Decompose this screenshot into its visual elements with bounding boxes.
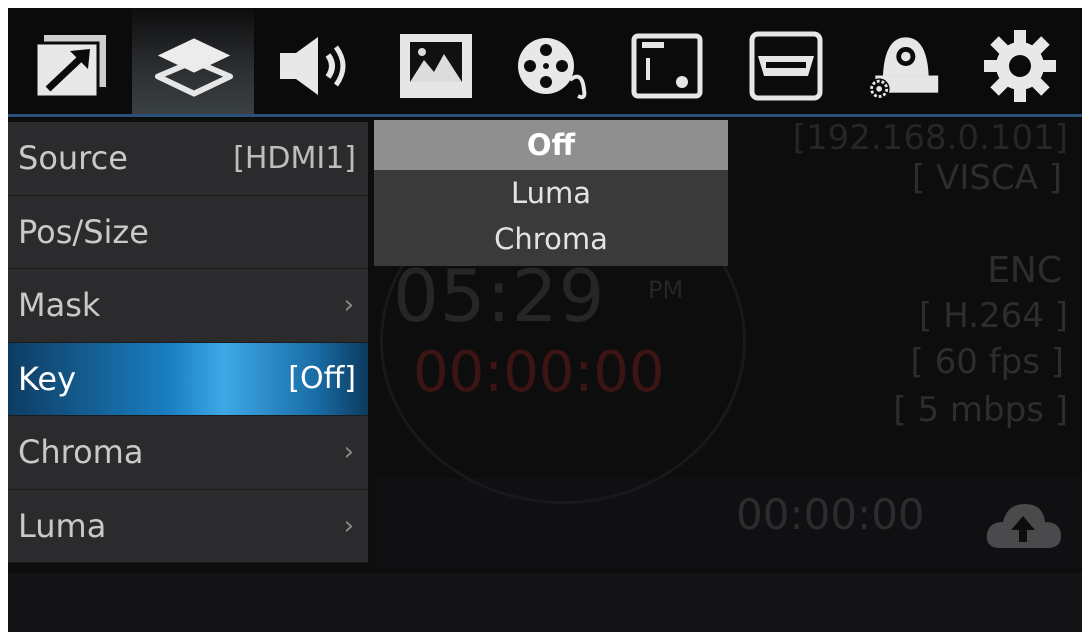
menu-item-value: [Off] (288, 361, 356, 397)
menu-item-pos-size[interactable]: Pos/Size (8, 195, 368, 269)
control-protocol: [ VISCA ] (911, 158, 1062, 198)
menu-item-label: Luma (18, 506, 107, 545)
codec-value: [ H.264 ] (919, 296, 1068, 336)
status-row (376, 478, 1082, 568)
chevron-right-icon: › (343, 290, 354, 321)
image-icon[interactable] (396, 26, 476, 106)
top-icon-bar (8, 8, 1082, 117)
chevron-right-icon: › (343, 437, 354, 468)
dropdown-option-chroma[interactable]: Chroma (374, 216, 728, 262)
cloud-upload-icon[interactable] (983, 496, 1063, 556)
clock-ampm: PM (648, 276, 684, 304)
menu-item-key[interactable]: Key [Off] (8, 342, 368, 416)
menu-item-label: Key (18, 359, 77, 398)
menu-item-source[interactable]: Source [HDMI1] (8, 122, 368, 196)
gear-icon[interactable] (980, 26, 1060, 106)
topbar-accent-line (8, 114, 1082, 117)
menu-item-mask[interactable]: Mask › (8, 269, 368, 343)
record-timer: 00:00:00 (413, 340, 665, 405)
fps-value: [ 60 fps ] (910, 342, 1064, 382)
window-icon[interactable] (32, 26, 112, 106)
monitor-icon[interactable] (628, 26, 708, 106)
layers-icon[interactable] (154, 26, 234, 106)
film-reel-icon[interactable] (512, 26, 592, 106)
menu-item-luma[interactable]: Luma › (8, 489, 368, 563)
hdmi-icon[interactable] (746, 26, 826, 106)
clock-time: 05:29 (393, 254, 606, 338)
layer-menu: Source [HDMI1] Pos/Size Mask › Key [Off]… (8, 122, 368, 563)
stream-timer: 00:00:00 (736, 490, 925, 539)
menu-item-value: [HDMI1] (233, 140, 356, 176)
bottom-strip (8, 573, 1082, 632)
enc-label: ENC (987, 250, 1062, 291)
menu-item-chroma[interactable]: Chroma › (8, 416, 368, 490)
menu-item-label: Pos/Size (18, 212, 149, 251)
speaker-icon[interactable] (274, 26, 354, 106)
key-mode-dropdown: Off Luma Chroma (374, 120, 728, 266)
menu-item-label: Chroma (18, 433, 144, 472)
dropdown-option-off[interactable]: Off (374, 120, 728, 170)
ptz-camera-icon[interactable] (862, 26, 942, 106)
chevron-right-icon: › (343, 510, 354, 541)
ip-address: [192.168.0.101] (792, 118, 1068, 158)
menu-item-label: Mask (18, 286, 101, 325)
bitrate-value: [ 5 mbps ] (893, 390, 1068, 430)
dropdown-option-luma[interactable]: Luma (374, 170, 728, 216)
menu-item-label: Source (18, 139, 128, 178)
device-screen: [192.168.0.101] [ VISCA ] ENC [ H.264 ] … (8, 8, 1082, 632)
